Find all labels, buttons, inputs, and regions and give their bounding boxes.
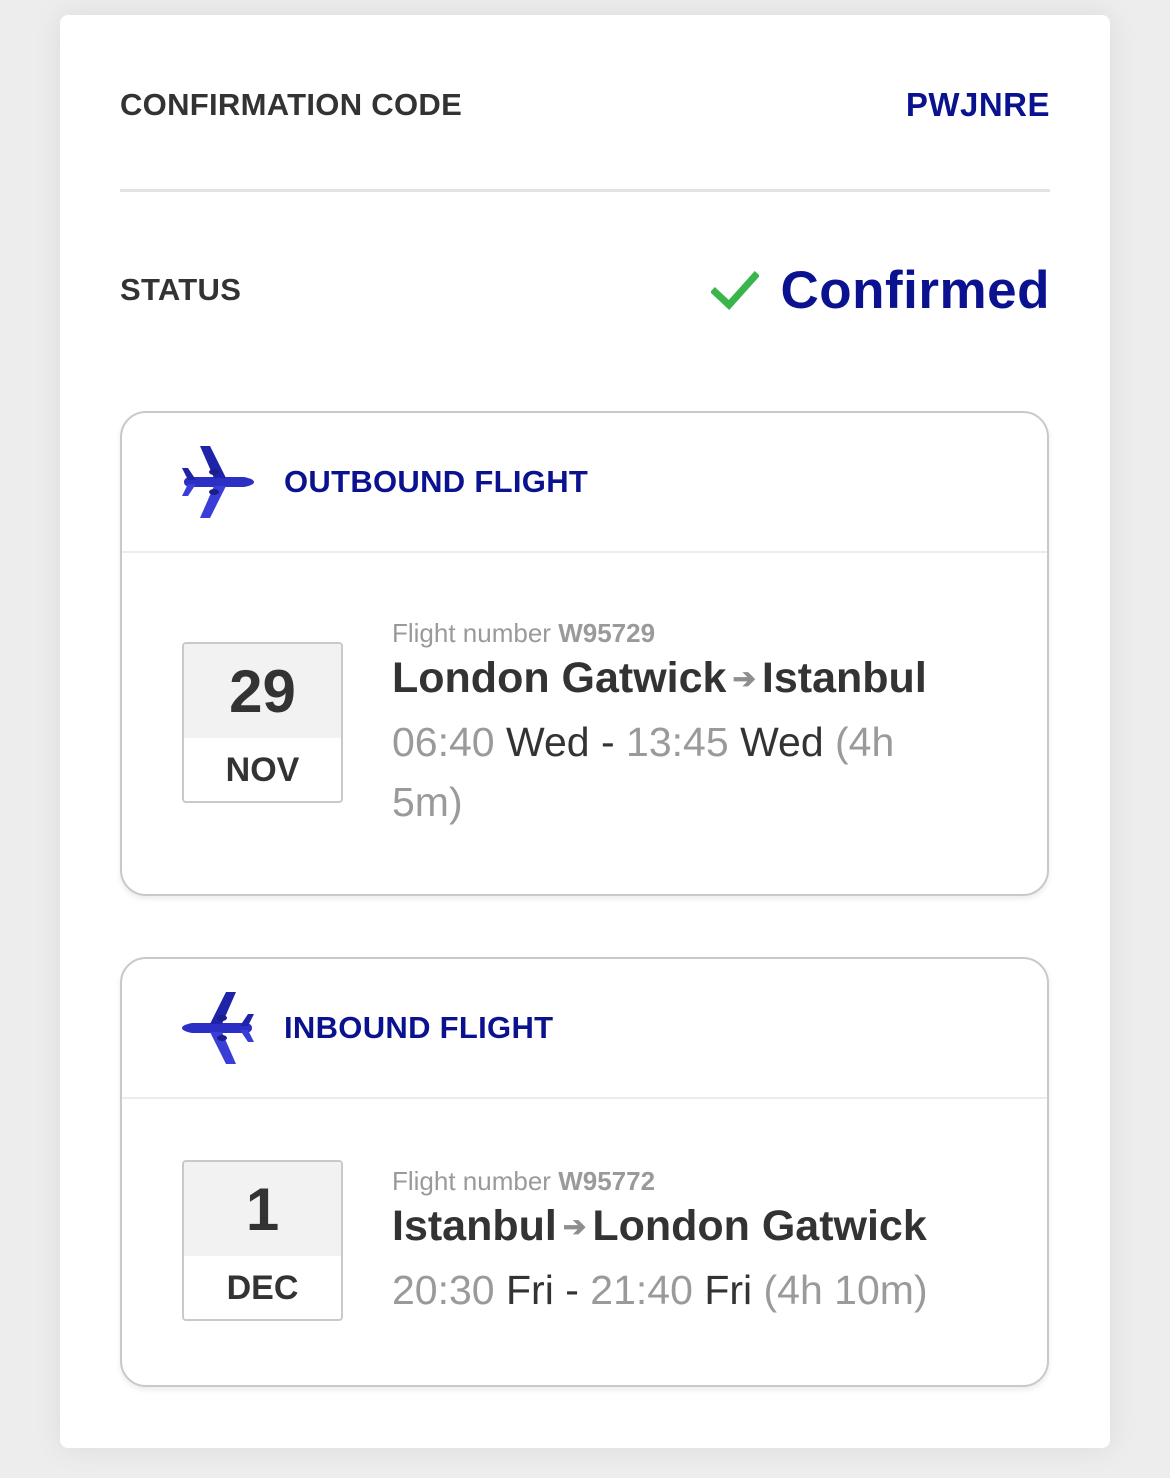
arrival-day: Fri [704,1267,753,1313]
departure-time: 20:30 [392,1267,495,1313]
departure-time: 06:40 [392,719,495,765]
outbound-flight-header: OUTBOUND FLIGHT [122,413,1047,553]
confirmation-row: CONFIRMATION CODE PWJNRE [120,75,1050,135]
status-row: STATUS Confirmed [120,255,1050,325]
inbound-flight-info: Flight number W95772 Istanbul ➔ London Gat… [392,1165,972,1320]
outbound-flight-info: Flight number W95729 London Gatwick ➔ Ista… [392,617,972,832]
route: London Gatwick ➔ Istanbul [392,649,972,712]
date-day: 1 [184,1162,341,1256]
arrow-right-icon: ➔ [562,1211,587,1242]
arrival-day: Wed [740,719,824,765]
flight-duration: (4h 10m) [763,1267,928,1313]
arrival-time: 13:45 [626,719,729,765]
flight-times: 20:30 Fri - 21:40 Fri (4h 10m) [392,1260,972,1320]
date-month: DEC [226,1268,299,1307]
outbound-flight-title: OUTBOUND FLIGHT [284,464,589,499]
route: Istanbul ➔ London Gatwick [392,1197,972,1260]
route-destination: Istanbul [761,654,927,702]
route-destination: London Gatwick [592,1202,927,1250]
plane-left-icon [182,992,254,1064]
flight-number: Flight number W95772 [392,1165,972,1197]
time-separator: - [565,1267,579,1313]
status-value: Confirmed [780,260,1050,320]
flight-number-label: Flight number [392,618,551,648]
flight-number-value: W95729 [558,618,656,648]
booking-card: CONFIRMATION CODE PWJNRE STATUS Confirme… [60,15,1110,1448]
status-label: STATUS [120,272,242,307]
departure-day: Wed [506,719,590,765]
departure-day: Fri [506,1267,554,1313]
divider [120,189,1050,192]
inbound-date: 1 DEC [182,1160,343,1321]
route-origin: London Gatwick [392,654,727,702]
plane-right-icon [182,446,254,518]
flight-number-label: Flight number [392,1166,551,1196]
arrival-time: 21:40 [590,1267,693,1313]
flight-times: 06:40 Wed - 13:45 Wed (4h 5m) [392,712,972,832]
date-month: NOV [225,750,300,789]
outbound-flight-card[interactable]: OUTBOUND FLIGHT 29 NOV Flight number W95… [120,411,1049,896]
arrow-right-icon: ➔ [732,663,756,694]
flight-number-value: W95772 [558,1166,656,1196]
check-icon [710,271,759,310]
confirmation-label: CONFIRMATION CODE [120,87,463,122]
route-origin: Istanbul [392,1202,557,1250]
inbound-flight-card[interactable]: INBOUND FLIGHT 1 DEC Flight number W9577… [120,957,1049,1387]
status-badge: Confirmed [710,260,1051,321]
flight-number: Flight number W95729 [392,617,972,649]
inbound-flight-header: INBOUND FLIGHT [122,959,1047,1099]
confirmation-code: PWJNRE [905,86,1050,123]
time-separator: - [600,719,615,765]
outbound-date: 29 NOV [182,642,343,803]
date-day: 29 [184,644,341,738]
inbound-flight-title: INBOUND FLIGHT [284,1010,554,1045]
